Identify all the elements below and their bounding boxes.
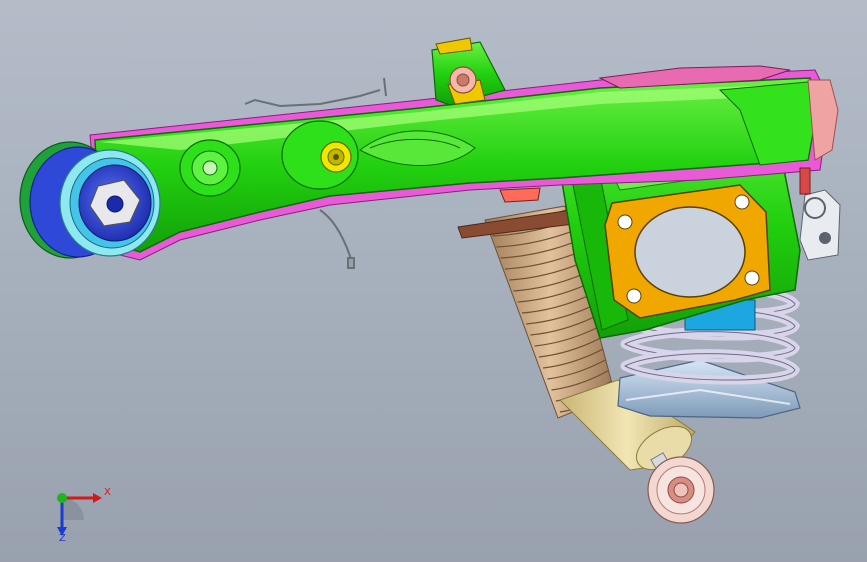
- orientation-triad: X Z: [40, 478, 120, 562]
- y-axis-dot: [57, 493, 67, 503]
- z-axis-label: Z: [59, 533, 66, 544]
- suspension-assembly-model[interactable]: [0, 0, 867, 562]
- side-bracket: [799, 189, 841, 261]
- cad-viewport[interactable]: X Z: [0, 0, 867, 562]
- x-axis-label: X: [104, 487, 111, 498]
- pivot-bolt: [320, 141, 352, 173]
- clip-bracket: [499, 187, 541, 203]
- shock-lower-eye[interactable]: [647, 456, 715, 524]
- brake-pipe-end: [799, 167, 811, 195]
- bushing[interactable]: [19, 141, 161, 259]
